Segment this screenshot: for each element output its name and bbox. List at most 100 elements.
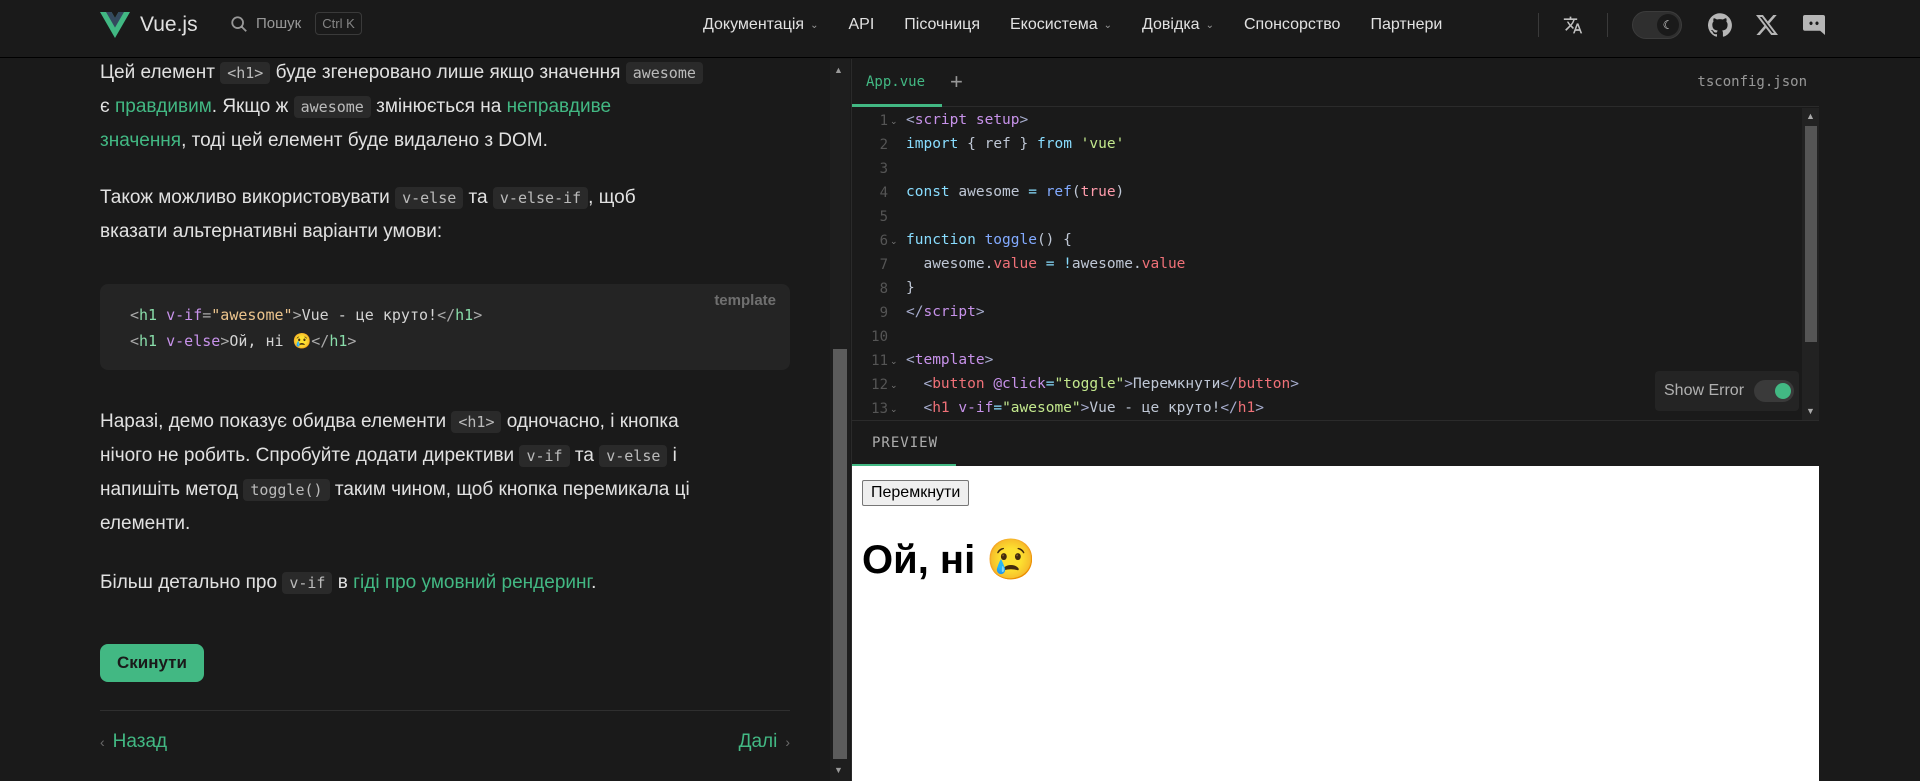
code-token: >: [292, 306, 302, 324]
code-token: awesome: [906, 256, 985, 272]
nav-menu: Документація ⌄ API Пісочниця Екосистема ⌄ …: [703, 0, 1472, 50]
nav-item-label: Довідка: [1142, 16, 1200, 33]
nav-item-ecosystem[interactable]: Екосистема ⌄: [1010, 16, 1112, 34]
inline-code: toggle(): [243, 479, 330, 501]
code-token: =: [202, 306, 212, 324]
code-line: function toggle() {: [906, 232, 1072, 248]
conditional-rendering-guide-link[interactable]: гіді про умовний рендеринг: [353, 572, 591, 593]
discord-icon[interactable]: [1802, 13, 1826, 37]
scroll-down-arrow-icon[interactable]: ▼: [834, 765, 843, 775]
code-token: Перемкнути: [1133, 376, 1221, 392]
tab-preview[interactable]: PREVIEW: [872, 435, 938, 451]
vue-logo-icon: [100, 12, 130, 38]
code-token: ): [1115, 184, 1125, 200]
tab-app-vue[interactable]: App.vue: [866, 74, 925, 90]
code-token: >: [1019, 112, 1029, 128]
navbar: Vue.js Пошук Ctrl K Документація ⌄ API Пі…: [0, 0, 1920, 58]
scroll-up-arrow-icon[interactable]: ▲: [1806, 111, 1815, 121]
text-line: напишіть метод toggle() таким чином, щоб…: [100, 473, 790, 507]
scrollbar-thumb[interactable]: [1805, 126, 1817, 342]
scroll-up-arrow-icon[interactable]: ▲: [834, 65, 843, 75]
nav-item-partners[interactable]: Партнери: [1370, 16, 1442, 34]
text: Наразі, демо показує обидва елементи: [100, 411, 452, 432]
file-tabs: App.vue + tsconfig.json: [852, 59, 1820, 107]
falsy-link[interactable]: неправдиве: [507, 96, 612, 117]
add-file-button[interactable]: +: [950, 69, 963, 95]
scrollbar-thumb[interactable]: [833, 349, 847, 759]
code-line: <script setup>: [906, 112, 1028, 128]
tab-tsconfig[interactable]: tsconfig.json: [1697, 74, 1807, 90]
translate-icon[interactable]: [1563, 15, 1583, 35]
code-token: "toggle": [1054, 376, 1125, 392]
search-button[interactable]: Пошук Ctrl K: [230, 12, 362, 35]
inline-code: <h1>: [451, 411, 502, 433]
code-token: h1: [932, 400, 950, 416]
repl-panel: App.vue + tsconfig.json 1 ⌄ 2 3 4 5 6 ⌄ 7 …: [851, 59, 1820, 781]
text-line: значення, тоді цей елемент буде видалено…: [100, 124, 790, 158]
chevron-down-icon: ⌄: [1103, 19, 1113, 31]
inline-code: v-else-if: [492, 187, 589, 209]
dark-mode-toggle[interactable]: ☾: [1632, 11, 1682, 39]
code-token: <: [906, 376, 933, 392]
code-token: .: [1133, 256, 1142, 272]
code-token: h1: [139, 332, 158, 350]
toggle-switch[interactable]: [1754, 380, 1795, 402]
preview-toggle-button[interactable]: Перемкнути: [862, 480, 970, 506]
inline-code: v-if: [519, 445, 570, 467]
nav-item-api[interactable]: API: [848, 16, 874, 34]
prev-step-link[interactable]: ‹ Назад: [100, 731, 167, 753]
paragraph-task: Наразі, демо показує обидва елементи <h1…: [100, 405, 790, 541]
truthy-link[interactable]: правдивим: [115, 96, 212, 117]
text-line: Наразі, демо показує обидва елементи <h1…: [100, 405, 790, 439]
text: Цей елемент: [100, 62, 221, 83]
show-error-toggle[interactable]: Show Error: [1655, 371, 1799, 411]
text-line: нічого не робить. Спробуйте додати дирек…: [100, 439, 790, 473]
code-token: >: [1255, 400, 1264, 416]
code-token: >: [1124, 376, 1134, 392]
preview-heading: Ой, ні 😢: [862, 538, 1037, 582]
doc-scrollbar[interactable]: ▲ ▼: [830, 59, 850, 781]
reset-button[interactable]: Скинути: [100, 644, 204, 682]
code-token: }: [906, 280, 915, 296]
nav-item-playground[interactable]: Пісочниця: [904, 16, 980, 34]
text: .: [591, 572, 597, 593]
fold-arrow-icon[interactable]: ⌄: [890, 236, 898, 247]
x-twitter-icon[interactable]: [1756, 14, 1778, 36]
search-icon: [231, 15, 247, 32]
code-lang-label: template: [714, 292, 776, 309]
code-token: function: [906, 232, 976, 248]
line-number: 3: [879, 161, 888, 177]
code-token: Ой, ні 😢: [229, 332, 312, 350]
inline-code: v-else: [599, 445, 668, 467]
code-line: awesome.value = !awesome.value: [906, 256, 1185, 272]
line-number: 9: [879, 305, 888, 321]
scroll-down-arrow-icon[interactable]: ▼: [1806, 406, 1815, 416]
falsy-link[interactable]: значення: [100, 130, 181, 151]
code-token: button: [932, 376, 985, 392]
fold-arrow-icon[interactable]: ⌄: [890, 404, 898, 415]
page-margin: [1819, 59, 1920, 781]
code-token: </: [906, 304, 924, 320]
nav-item-sponsor[interactable]: Спонсорство: [1244, 16, 1340, 34]
line-number: 13: [871, 401, 888, 417]
fold-arrow-icon[interactable]: ⌄: [890, 380, 898, 391]
home-logo-link[interactable]: Vue.js: [100, 12, 198, 38]
text: нічого не робить. Спробуйте додати дирек…: [100, 445, 520, 466]
next-step-link[interactable]: Далі ›: [739, 731, 790, 753]
code-token: <: [906, 112, 915, 128]
code-line: }: [906, 280, 915, 296]
fold-arrow-icon[interactable]: ⌄: [890, 356, 898, 367]
fold-arrow-icon[interactable]: ⌄: [890, 116, 898, 127]
nav-item-docs[interactable]: Документація ⌄: [703, 16, 818, 34]
code-token: ref: [984, 136, 1011, 152]
editor-scrollbar[interactable]: ▲ ▼: [1802, 108, 1820, 420]
github-icon[interactable]: [1708, 13, 1732, 37]
text: напишіть метод: [100, 479, 244, 500]
code-line: <button @click="toggle">Перемкнути</butt…: [906, 376, 1298, 392]
text: Також можливо використовувати: [100, 187, 396, 208]
text: , щоб: [588, 187, 636, 208]
output-tabs: PREVIEW: [852, 420, 1820, 467]
nav-item-help[interactable]: Довідка ⌄: [1142, 16, 1214, 34]
text: . Якщо ж: [211, 96, 294, 117]
code-token: from: [1037, 136, 1072, 152]
